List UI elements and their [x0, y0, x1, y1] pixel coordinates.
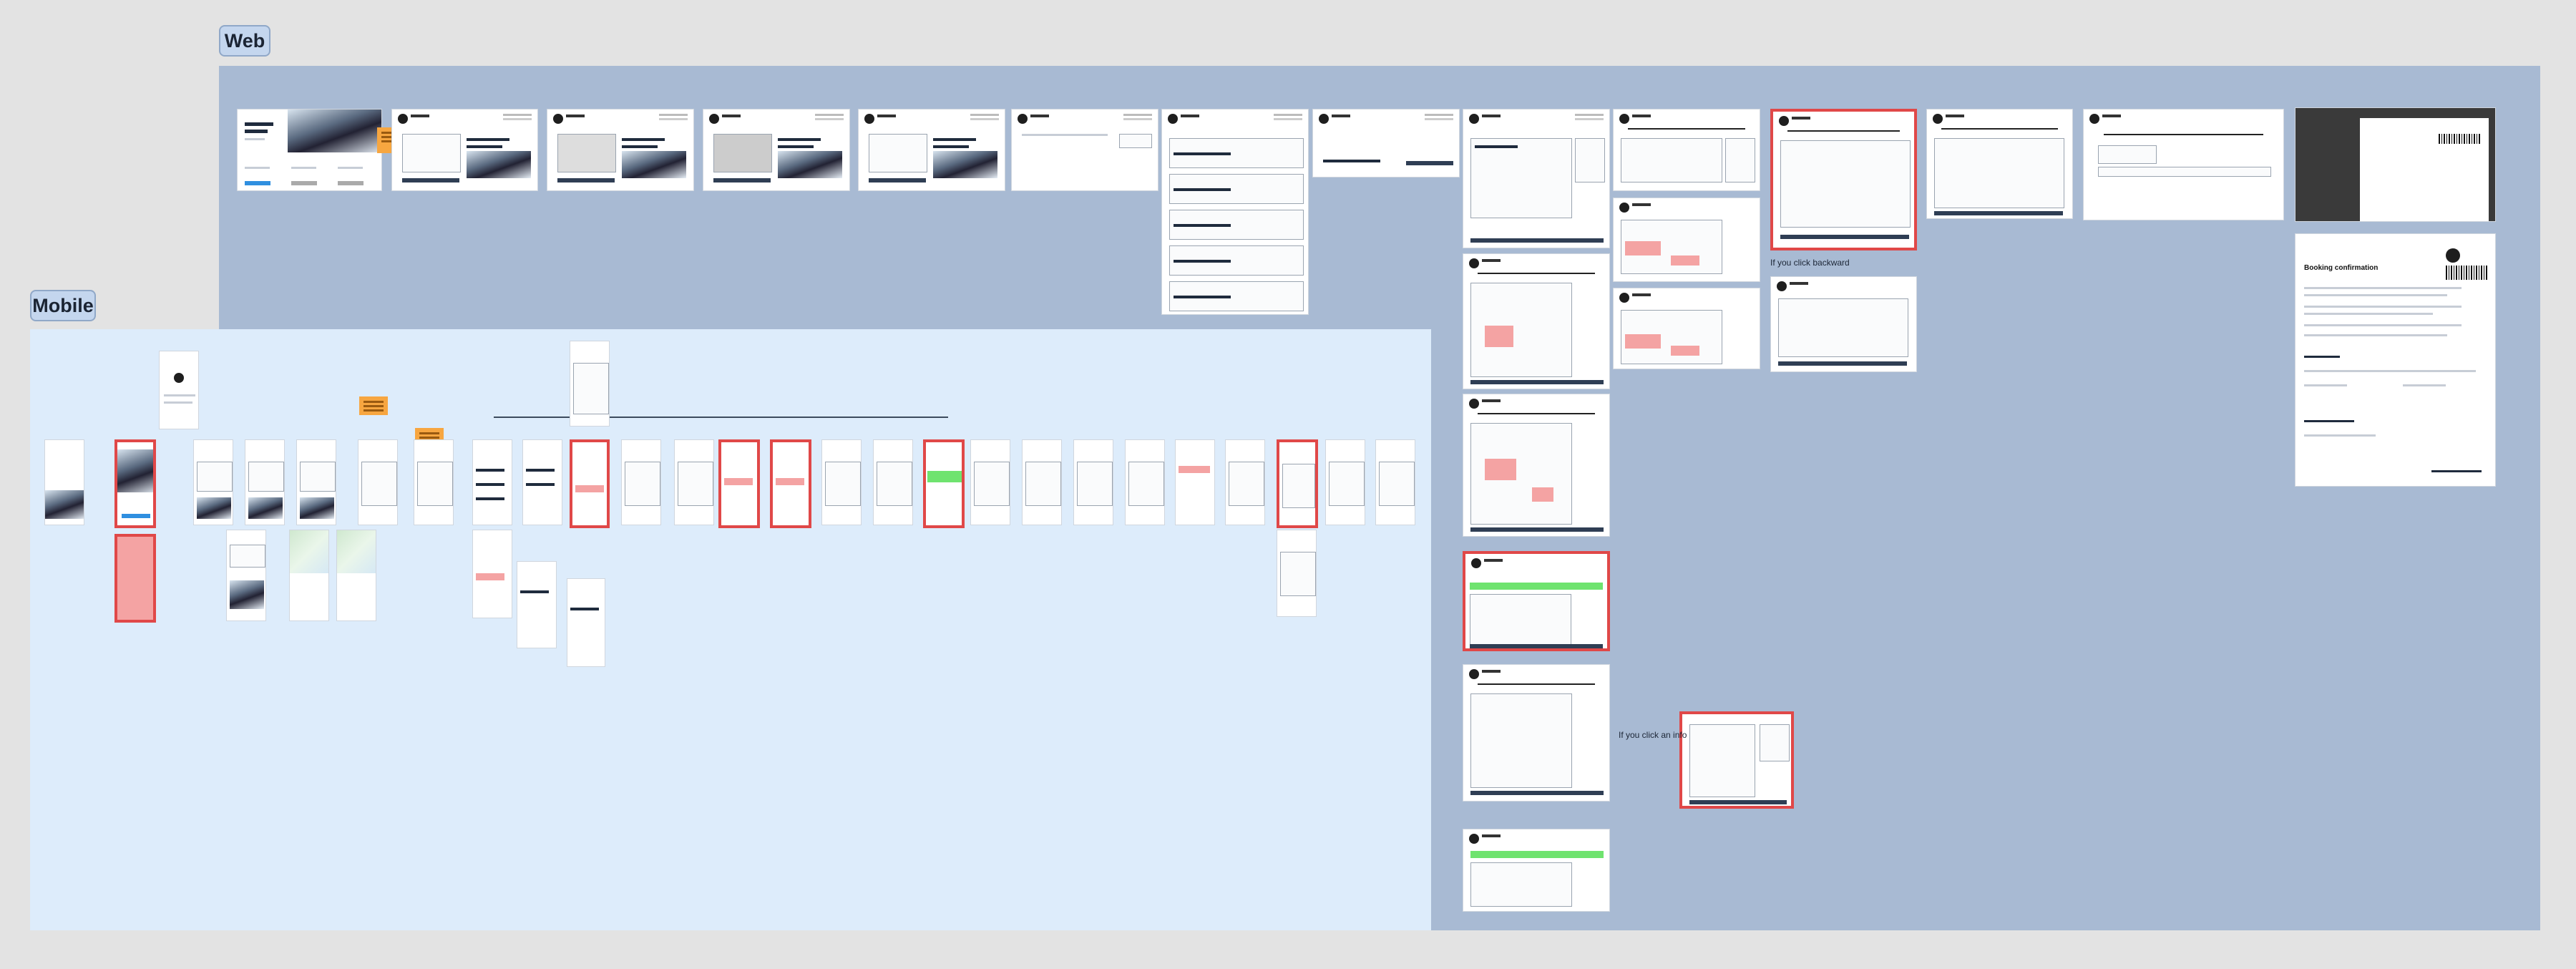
web-frame-search-4[interactable] [858, 109, 1005, 191]
mobile-frame-step-c[interactable] [570, 439, 610, 528]
mobile-frame-landing-errors[interactable] [114, 534, 156, 623]
web-section-label[interactable]: Web [219, 25, 270, 57]
mobile-frame-dates[interactable] [358, 439, 398, 525]
web-frame-step-complete[interactable] [1463, 829, 1610, 912]
mobile-frame-final-2[interactable] [1277, 530, 1317, 617]
mobile-frame-payment-error[interactable] [718, 439, 760, 528]
mobile-frame-step-list[interactable] [472, 439, 512, 525]
mobile-frame-search-promo[interactable] [226, 530, 266, 621]
mobile-frame-final-4[interactable] [1375, 439, 1415, 525]
web-frame-info-popup[interactable] [1679, 711, 1794, 809]
web-frame-confirm[interactable] [1926, 109, 2073, 219]
mobile-frame-landing[interactable] [114, 439, 156, 528]
sticky-note-mobile-1[interactable] [359, 396, 388, 415]
mobile-frame-step-b[interactable] [522, 439, 562, 525]
mobile-frame-step-list-3[interactable] [517, 561, 557, 648]
web-frame-final-step[interactable] [2083, 109, 2284, 220]
mobile-frame-payment-2[interactable] [674, 439, 714, 525]
mobile-frame-splash[interactable] [44, 439, 84, 525]
mobile-frame-search-3[interactable] [296, 439, 336, 525]
web-frame-review[interactable] [1770, 109, 1917, 250]
web-frame-review-back[interactable] [1770, 276, 1917, 372]
web-frame-options-list[interactable] [1161, 109, 1309, 315]
web-frame-landing[interactable] [237, 109, 382, 191]
mobile-frame-step-list-2[interactable] [472, 530, 512, 618]
mobile-frame-step-c-2[interactable] [567, 578, 605, 667]
web-frame-payment-error[interactable] [1613, 198, 1760, 282]
web-frame-pdf-viewer[interactable] [2295, 107, 2496, 222]
mobile-frame-final[interactable] [1277, 439, 1318, 528]
web-frame-step-1c[interactable] [1463, 394, 1610, 537]
mobile-frame-confirm[interactable] [970, 439, 1010, 525]
web-frame-options[interactable] [1312, 109, 1460, 177]
mobile-frame-map-2[interactable] [336, 530, 376, 621]
mobile-frame-confirm-5[interactable] [1175, 439, 1215, 525]
mobile-region [30, 329, 1431, 930]
mobile-frame-search[interactable] [193, 439, 233, 525]
web-frame-payment[interactable] [1613, 109, 1760, 191]
mobile-frame-options-top[interactable] [570, 341, 610, 427]
mobile-frame-review-2[interactable] [873, 439, 913, 525]
web-frame-step-1b[interactable] [1463, 253, 1610, 389]
web-frame-search[interactable] [391, 109, 538, 191]
web-frame-payment-error-2[interactable] [1613, 288, 1760, 369]
web-frame-step-1[interactable] [1463, 109, 1610, 248]
mobile-frame-welcome[interactable] [159, 351, 199, 429]
mobile-frame-confirm-6[interactable] [1225, 439, 1265, 525]
mobile-frame-payment[interactable] [621, 439, 661, 525]
annotation-click-info: If you click an info [1619, 730, 1687, 740]
web-frame-search-2[interactable] [547, 109, 694, 191]
booking-confirmation-title: Booking confirmation [2304, 264, 2379, 272]
mobile-frame-payment-error-2[interactable] [770, 439, 811, 528]
mobile-frame-confirm-3[interactable] [1073, 439, 1113, 525]
booking-confirmation-document[interactable]: Booking confirmation [2295, 233, 2496, 487]
web-frame-search-3[interactable] [703, 109, 850, 191]
mobile-frame-final-3[interactable] [1325, 439, 1365, 525]
web-frame-step-info[interactable] [1463, 664, 1610, 802]
annotation-click-backward: If you click backward [1770, 258, 1850, 268]
mobile-frame-confirm-2[interactable] [1022, 439, 1062, 525]
mobile-section-label[interactable]: Mobile [30, 290, 96, 321]
web-frame-summary[interactable] [1011, 109, 1158, 191]
mobile-frame-review[interactable] [821, 439, 862, 525]
flow-connector-horizontal [494, 417, 948, 418]
mobile-frame-options[interactable] [414, 439, 454, 525]
mobile-frame-success[interactable] [923, 439, 965, 528]
mobile-frame-map[interactable] [289, 530, 329, 621]
mobile-frame-confirm-4[interactable] [1125, 439, 1165, 525]
mobile-frame-search-2[interactable] [245, 439, 285, 525]
web-frame-step-success[interactable] [1463, 551, 1610, 651]
